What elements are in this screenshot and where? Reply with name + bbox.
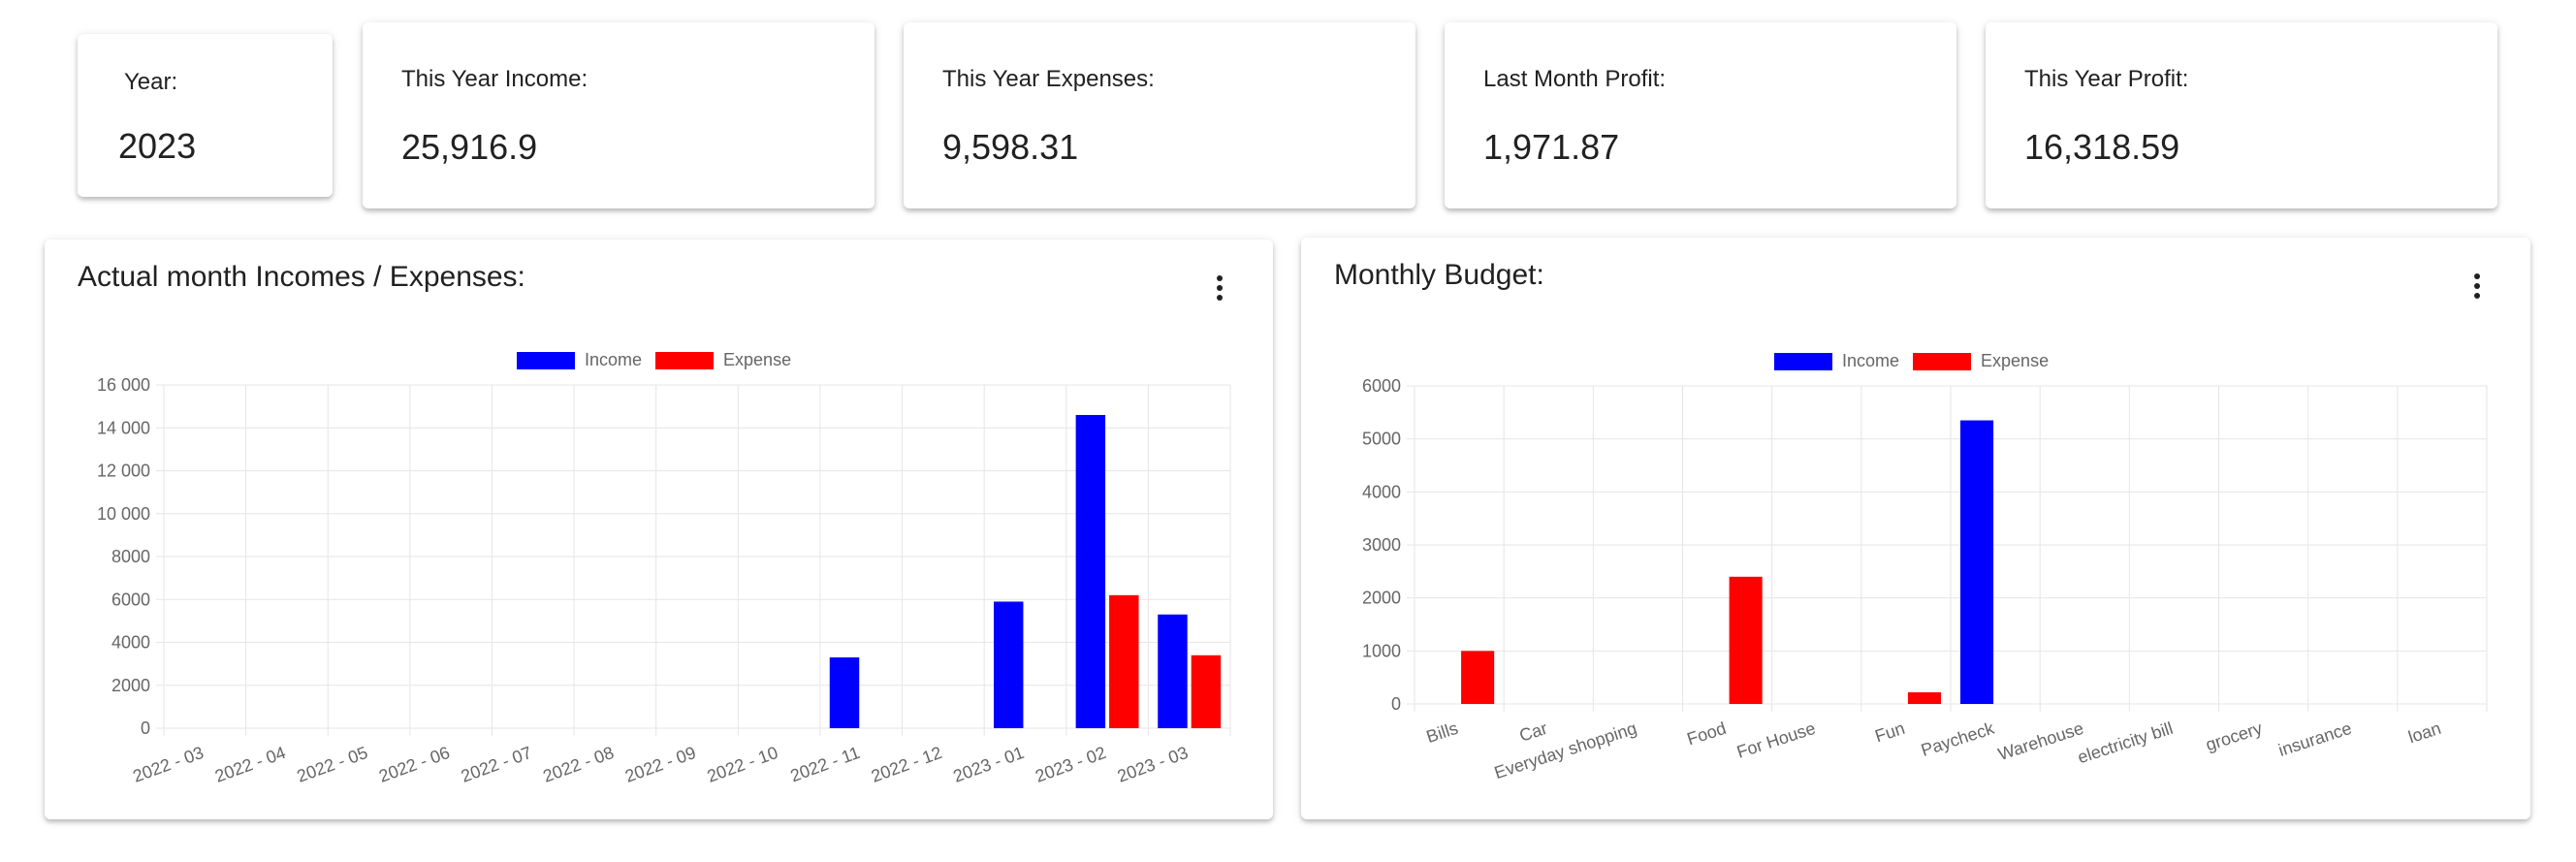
- bar-income: [994, 601, 1024, 728]
- monthly-chart-title: Actual month Incomes / Expenses:: [78, 261, 525, 293]
- x-tick-label: 2023 - 02: [1033, 743, 1108, 786]
- x-tick-label: Bills: [1424, 718, 1461, 747]
- y-tick-label: 0: [1391, 694, 1401, 714]
- x-tick-label: 2023 - 03: [1115, 743, 1191, 786]
- legend-label-expense: Expense: [723, 350, 792, 369]
- budget-chart-legend: Income Expense: [1774, 351, 2049, 371]
- legend-label-expense: Expense: [1981, 351, 2050, 370]
- more-vertical-icon[interactable]: [1200, 269, 1239, 307]
- bar-expense: [1729, 576, 1763, 704]
- legend-item-expense[interactable]: Expense: [1913, 351, 2049, 371]
- bar-income: [1075, 414, 1106, 728]
- x-tick-label: 2022 - 11: [788, 743, 863, 785]
- legend-swatch-income: [517, 351, 575, 369]
- year-profit-label: This Year Profit:: [2024, 66, 2189, 92]
- y-tick-label: 0: [141, 718, 150, 738]
- x-tick-label: Car: [1517, 718, 1550, 746]
- y-tick-label: 14 000: [97, 418, 150, 437]
- monthly-chart-card: Actual month Incomes / Expenses: Income …: [45, 239, 1273, 819]
- x-tick-label: 2022 - 09: [622, 743, 698, 786]
- monthly-bar-chart: 0 2000 4000 6000 8000 10 000 12 000 14 000 16 00…: [97, 375, 1231, 786]
- year-profit-card: This Year Profit: 16,318.59: [1986, 22, 2497, 208]
- legend-item-income[interactable]: Income: [1774, 351, 1899, 371]
- bar-expense: [1907, 691, 1942, 704]
- income-value: 25,916.9: [401, 127, 538, 167]
- x-tick-label: 2022 - 05: [295, 743, 370, 786]
- monthly-chart-legend: Income Expense: [517, 350, 791, 370]
- x-tick-label: Paycheck: [1919, 718, 1997, 759]
- year-profit-value: 16,318.59: [2024, 127, 2180, 167]
- y-tick-label: 3000: [1362, 535, 1401, 555]
- more-vertical-icon[interactable]: [2458, 267, 2496, 305]
- bar-income: [829, 656, 860, 728]
- budget-bar-chart: 0 1000 2000 3000 4000 5000 6000 Bills CarEveryda…: [1362, 376, 2488, 782]
- y-tick-label: 5000: [1362, 430, 1401, 449]
- last-month-profit-label: Last Month Profit:: [1483, 66, 1667, 92]
- y-tick-label: 1000: [1362, 641, 1401, 660]
- income-card: This Year Income: 25,916.9: [363, 22, 875, 208]
- x-tick-label: loan: [2406, 718, 2444, 748]
- x-tick-label: Everyday shopping: [1492, 718, 1639, 782]
- y-tick-label: 16 000: [97, 375, 150, 395]
- bar-expense: [1461, 651, 1495, 704]
- legend-item-income[interactable]: Income: [517, 350, 642, 370]
- year-card: Year: 2023: [78, 34, 333, 197]
- bar-income: [1158, 614, 1188, 728]
- legend-label-income: Income: [585, 350, 643, 369]
- legend-swatch-expense: [1913, 352, 1972, 370]
- legend-swatch-expense: [655, 351, 715, 369]
- x-tick-label: 2022 - 12: [869, 743, 944, 786]
- legend-swatch-income: [1774, 352, 1832, 370]
- x-tick-label: 2023 - 01: [951, 743, 1027, 786]
- x-tick-label: insurance: [2276, 718, 2354, 760]
- y-tick-label: 10 000: [97, 504, 150, 524]
- x-tick-label: 2022 - 03: [130, 743, 206, 786]
- x-tick-label: electricity bill: [2075, 718, 2175, 768]
- last-month-profit-value: 1,971.87: [1483, 127, 1620, 167]
- x-tick-label: 2022 - 06: [376, 743, 452, 786]
- expenses-card: This Year Expenses: 9,598.31: [904, 22, 1415, 208]
- y-tick-label: 4000: [1362, 482, 1401, 501]
- year-value: 2023: [118, 126, 197, 166]
- y-tick-label: 8000: [111, 547, 150, 566]
- expenses-label: This Year Expenses:: [942, 66, 1155, 92]
- legend-item-expense[interactable]: Expense: [655, 350, 791, 370]
- x-tick-label: Fun: [1872, 718, 1907, 747]
- y-tick-label: 12 000: [97, 462, 150, 481]
- y-tick-label: 2000: [1362, 589, 1401, 608]
- x-tick-label: For House: [1734, 718, 1818, 762]
- bar-expense: [1109, 594, 1139, 728]
- y-tick-label: 4000: [111, 633, 150, 653]
- x-tick-label: grocery: [2204, 718, 2265, 755]
- year-label: Year:: [124, 69, 178, 95]
- y-tick-label: 2000: [111, 676, 150, 695]
- x-tick-label: Food: [1685, 718, 1729, 750]
- x-tick-label: 2022 - 10: [705, 743, 780, 786]
- x-tick-label: 2022 - 08: [540, 743, 616, 786]
- bar-income: [1959, 420, 1994, 704]
- y-tick-label: 6000: [111, 590, 150, 609]
- income-label: This Year Income:: [401, 66, 588, 92]
- x-tick-label: 2022 - 07: [459, 743, 534, 786]
- expenses-value: 9,598.31: [942, 127, 1079, 167]
- last-month-profit-card: Last Month Profit: 1,971.87: [1445, 22, 1956, 208]
- legend-label-income: Income: [1842, 351, 1900, 370]
- budget-chart-card: Monthly Budget: Income Expense 0 1000 2000…: [1301, 238, 2530, 819]
- bar-expense: [1191, 654, 1222, 728]
- y-tick-label: 6000: [1362, 376, 1401, 396]
- x-tick-label: Warehouse: [1995, 718, 2085, 764]
- budget-chart-title: Monthly Budget:: [1334, 259, 1544, 291]
- x-tick-label: 2022 - 04: [212, 743, 288, 786]
